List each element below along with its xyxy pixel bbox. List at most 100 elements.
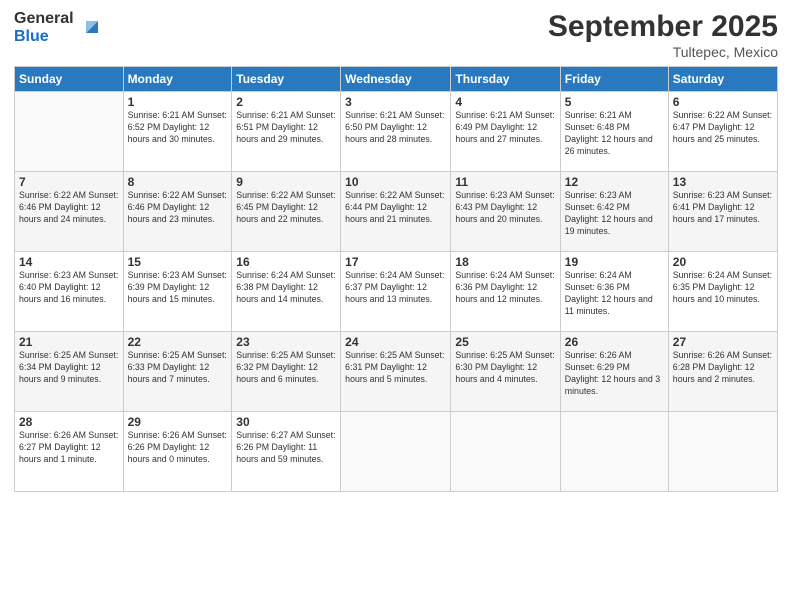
day-number: 29 <box>128 415 228 429</box>
logo-wordmark: General Blue <box>14 10 74 45</box>
day-number: 8 <box>128 175 228 189</box>
day-info: Sunrise: 6:25 AM Sunset: 6:34 PM Dayligh… <box>19 350 119 386</box>
day-info: Sunrise: 6:23 AM Sunset: 6:39 PM Dayligh… <box>128 270 228 306</box>
day-number: 11 <box>455 175 555 189</box>
day-info: Sunrise: 6:24 AM Sunset: 6:36 PM Dayligh… <box>565 270 664 318</box>
calendar-week-1: 1Sunrise: 6:21 AM Sunset: 6:52 PM Daylig… <box>15 92 778 172</box>
table-row: 5Sunrise: 6:21 AM Sunset: 6:48 PM Daylig… <box>560 92 668 172</box>
title-block: September 2025 Tultepec, Mexico <box>548 10 778 60</box>
day-info: Sunrise: 6:26 AM Sunset: 6:28 PM Dayligh… <box>673 350 773 386</box>
day-number: 24 <box>345 335 446 349</box>
day-info: Sunrise: 6:22 AM Sunset: 6:45 PM Dayligh… <box>236 190 336 226</box>
header: General Blue September 2025 Tultepec, Me… <box>14 10 778 60</box>
day-number: 30 <box>236 415 336 429</box>
table-row: 20Sunrise: 6:24 AM Sunset: 6:35 PM Dayli… <box>668 252 777 332</box>
day-info: Sunrise: 6:22 AM Sunset: 6:47 PM Dayligh… <box>673 110 773 146</box>
day-number: 7 <box>19 175 119 189</box>
table-row: 7Sunrise: 6:22 AM Sunset: 6:46 PM Daylig… <box>15 172 124 252</box>
table-row <box>341 412 451 492</box>
day-number: 20 <box>673 255 773 269</box>
day-info: Sunrise: 6:26 AM Sunset: 6:27 PM Dayligh… <box>19 430 119 466</box>
day-number: 15 <box>128 255 228 269</box>
day-info: Sunrise: 6:21 AM Sunset: 6:49 PM Dayligh… <box>455 110 555 146</box>
day-info: Sunrise: 6:26 AM Sunset: 6:26 PM Dayligh… <box>128 430 228 466</box>
logo-icon <box>80 15 102 37</box>
logo: General Blue <box>14 10 102 45</box>
day-number: 23 <box>236 335 336 349</box>
day-info: Sunrise: 6:22 AM Sunset: 6:46 PM Dayligh… <box>128 190 228 226</box>
day-info: Sunrise: 6:26 AM Sunset: 6:29 PM Dayligh… <box>565 350 664 398</box>
table-row: 30Sunrise: 6:27 AM Sunset: 6:26 PM Dayli… <box>232 412 341 492</box>
col-friday: Friday <box>560 67 668 92</box>
table-row: 14Sunrise: 6:23 AM Sunset: 6:40 PM Dayli… <box>15 252 124 332</box>
calendar-week-3: 14Sunrise: 6:23 AM Sunset: 6:40 PM Dayli… <box>15 252 778 332</box>
table-row: 10Sunrise: 6:22 AM Sunset: 6:44 PM Dayli… <box>341 172 451 252</box>
calendar-week-2: 7 Sunrise: 6:22 AM Sunset: 6:46 PM Daylig… <box>15 172 778 252</box>
day-number: 1 <box>128 95 228 109</box>
page: General Blue September 2025 Tultepec, Me… <box>0 0 792 612</box>
table-row: 11Sunrise: 6:23 AM Sunset: 6:43 PM Dayli… <box>451 172 560 252</box>
day-info: Sunrise: 6:25 AM Sunset: 6:31 PM Dayligh… <box>345 350 446 386</box>
calendar-week-5: 28Sunrise: 6:26 AM Sunset: 6:27 PM Dayli… <box>15 412 778 492</box>
day-number: 16 <box>236 255 336 269</box>
table-row: 25Sunrise: 6:25 AM Sunset: 6:30 PM Dayli… <box>451 332 560 412</box>
table-row: 21Sunrise: 6:25 AM Sunset: 6:34 PM Dayli… <box>15 332 124 412</box>
day-info: Sunrise: 6:23 AM Sunset: 6:43 PM Dayligh… <box>455 190 555 226</box>
table-row: 27Sunrise: 6:26 AM Sunset: 6:28 PM Dayli… <box>668 332 777 412</box>
day-number: 5 <box>565 95 664 109</box>
day-info: Sunrise: 6:22 AM Sunset: 6:44 PM Dayligh… <box>345 190 446 226</box>
day-info: Sunrise: 6:25 AM Sunset: 6:33 PM Dayligh… <box>128 350 228 386</box>
day-info: Sunrise: 6:23 AM Sunset: 6:41 PM Dayligh… <box>673 190 773 226</box>
table-row: 15Sunrise: 6:23 AM Sunset: 6:39 PM Dayli… <box>123 252 232 332</box>
table-row <box>560 412 668 492</box>
table-row: 3Sunrise: 6:21 AM Sunset: 6:50 PM Daylig… <box>341 92 451 172</box>
day-number: 19 <box>565 255 664 269</box>
day-number: 9 <box>236 175 336 189</box>
table-row: 6Sunrise: 6:22 AM Sunset: 6:47 PM Daylig… <box>668 92 777 172</box>
table-row: 18Sunrise: 6:24 AM Sunset: 6:36 PM Dayli… <box>451 252 560 332</box>
table-row <box>15 92 124 172</box>
day-number: 10 <box>345 175 446 189</box>
day-info: Sunrise: 6:27 AM Sunset: 6:26 PM Dayligh… <box>236 430 336 466</box>
day-number: 14 <box>19 255 119 269</box>
day-number: 26 <box>565 335 664 349</box>
table-row: 22Sunrise: 6:25 AM Sunset: 6:33 PM Dayli… <box>123 332 232 412</box>
table-row: 1Sunrise: 6:21 AM Sunset: 6:52 PM Daylig… <box>123 92 232 172</box>
day-number: 2 <box>236 95 336 109</box>
day-number: 21 <box>19 335 119 349</box>
col-wednesday: Wednesday <box>341 67 451 92</box>
table-row: 16Sunrise: 6:24 AM Sunset: 6:38 PM Dayli… <box>232 252 341 332</box>
col-monday: Monday <box>123 67 232 92</box>
day-number: 13 <box>673 175 773 189</box>
day-info: Sunrise: 6:21 AM Sunset: 6:48 PM Dayligh… <box>565 110 664 158</box>
col-saturday: Saturday <box>668 67 777 92</box>
table-row: 12Sunrise: 6:23 AM Sunset: 6:42 PM Dayli… <box>560 172 668 252</box>
table-row: 4Sunrise: 6:21 AM Sunset: 6:49 PM Daylig… <box>451 92 560 172</box>
col-sunday: Sunday <box>15 67 124 92</box>
table-row <box>451 412 560 492</box>
day-number: 27 <box>673 335 773 349</box>
day-number: 22 <box>128 335 228 349</box>
table-row: 9Sunrise: 6:22 AM Sunset: 6:45 PM Daylig… <box>232 172 341 252</box>
day-info: Sunrise: 6:23 AM Sunset: 6:42 PM Dayligh… <box>565 190 664 238</box>
header-row: Sunday Monday Tuesday Wednesday Thursday… <box>15 67 778 92</box>
logo-blue: Blue <box>14 28 49 45</box>
day-number: 25 <box>455 335 555 349</box>
location: Tultepec, Mexico <box>548 44 778 60</box>
table-row: 24Sunrise: 6:25 AM Sunset: 6:31 PM Dayli… <box>341 332 451 412</box>
calendar: Sunday Monday Tuesday Wednesday Thursday… <box>14 66 778 492</box>
table-row: 13Sunrise: 6:23 AM Sunset: 6:41 PM Dayli… <box>668 172 777 252</box>
month-title: September 2025 <box>548 10 778 44</box>
table-row: 19Sunrise: 6:24 AM Sunset: 6:36 PM Dayli… <box>560 252 668 332</box>
table-row: 17Sunrise: 6:24 AM Sunset: 6:37 PM Dayli… <box>341 252 451 332</box>
day-info: Sunrise: 6:21 AM Sunset: 6:50 PM Dayligh… <box>345 110 446 146</box>
calendar-week-4: 21Sunrise: 6:25 AM Sunset: 6:34 PM Dayli… <box>15 332 778 412</box>
col-tuesday: Tuesday <box>232 67 341 92</box>
day-number: 28 <box>19 415 119 429</box>
day-info: Sunrise: 6:24 AM Sunset: 6:35 PM Dayligh… <box>673 270 773 306</box>
day-number: 6 <box>673 95 773 109</box>
day-number: 17 <box>345 255 446 269</box>
day-info: Sunrise: 6:25 AM Sunset: 6:30 PM Dayligh… <box>455 350 555 386</box>
col-thursday: Thursday <box>451 67 560 92</box>
table-row: 8Sunrise: 6:22 AM Sunset: 6:46 PM Daylig… <box>123 172 232 252</box>
